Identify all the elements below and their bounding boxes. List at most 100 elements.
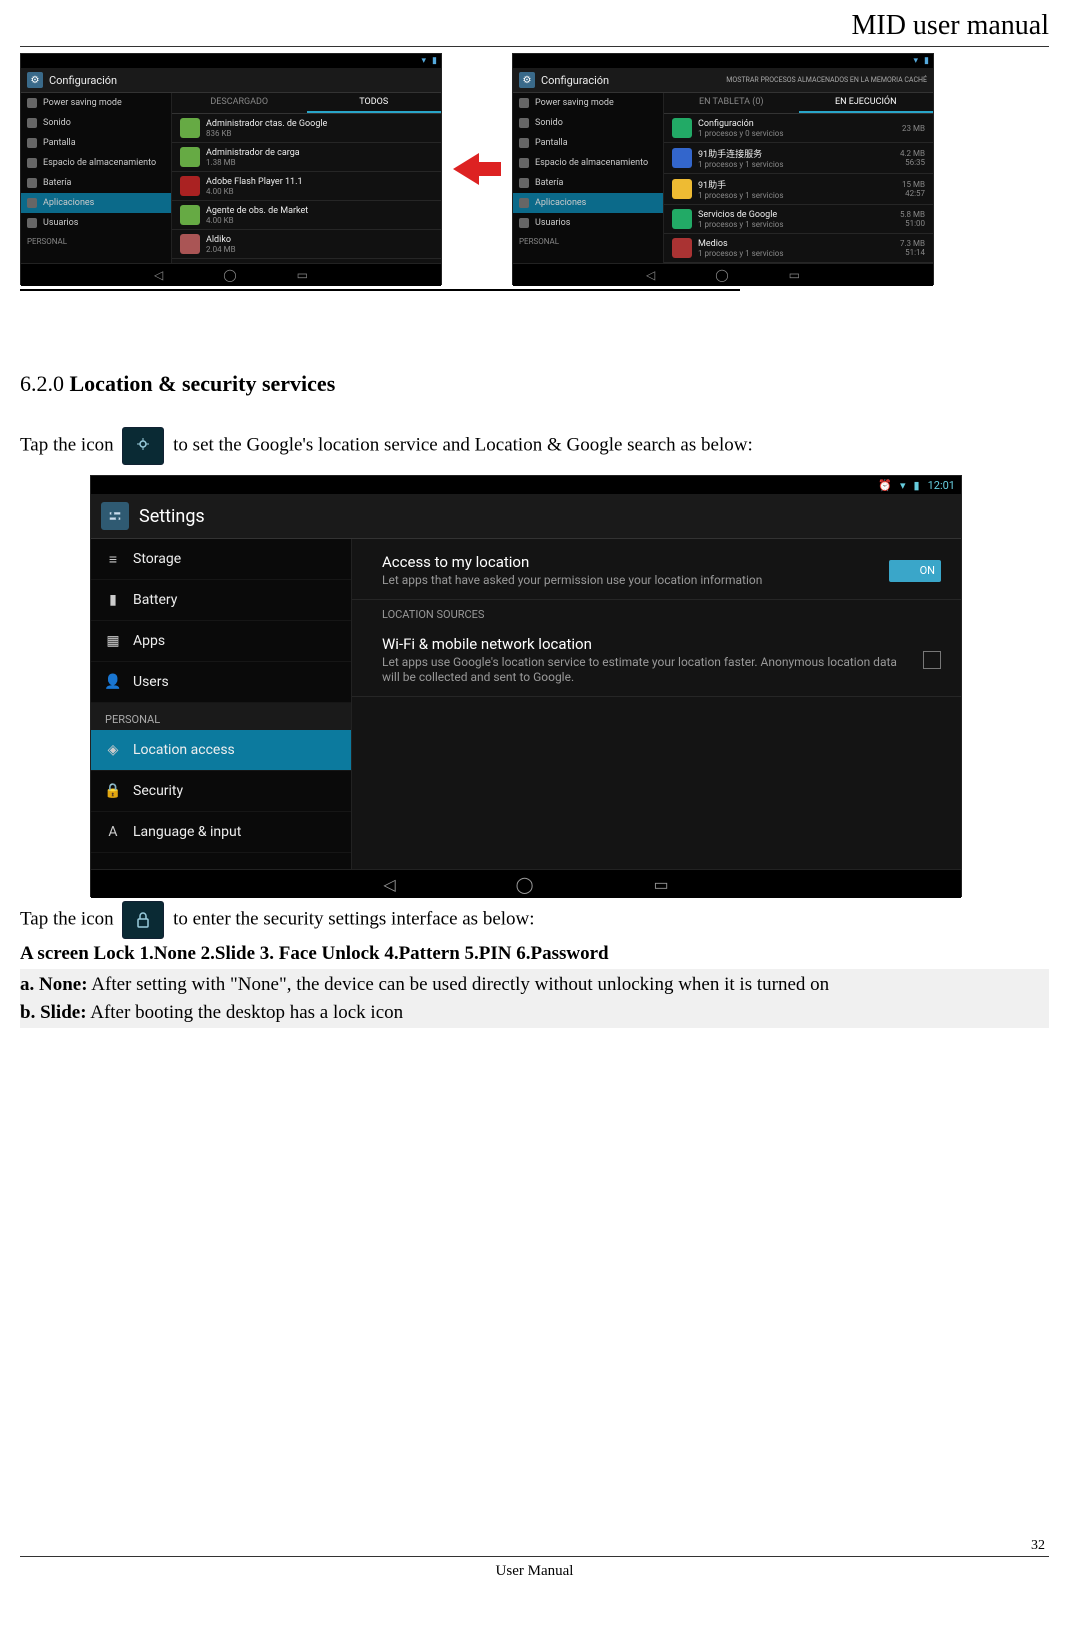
header-right-text: MOSTRAR PROCESOS ALMACENADOS EN LA MEMOR…: [726, 76, 927, 84]
sidebar-item[interactable]: Espacio de almacenamiento: [21, 153, 171, 173]
app-row[interactable]: Administrador de carga1.38 MB: [172, 143, 441, 172]
sidebar-item[interactable]: Power saving mode: [21, 93, 171, 113]
app-row[interactable]: Agente de obs. de Market4.00 KB: [172, 201, 441, 230]
tab-downloaded[interactable]: DESCARGADO: [172, 93, 307, 113]
status-bar: ▾ ▮: [21, 54, 441, 68]
app-name: Administrador de carga: [206, 148, 300, 158]
tab-all[interactable]: TODOS: [307, 93, 442, 113]
recent-icon[interactable]: ▭: [654, 875, 669, 894]
gear-icon: [101, 502, 129, 530]
sidebar-item[interactable]: Espacio de almacenamiento: [513, 153, 663, 173]
app-row[interactable]: Medios1 procesos y 1 servicios7.3 MB51:1…: [664, 234, 933, 263]
sidebar-item[interactable]: Batería: [21, 173, 171, 193]
item-a-text: After setting with "None", the device ca…: [88, 974, 830, 995]
tab-running[interactable]: EN EJECUCIÓN: [799, 93, 934, 113]
app-name: Medios: [698, 239, 783, 249]
home-icon[interactable]: ◯: [516, 875, 534, 894]
storage-icon: [27, 158, 37, 168]
separator-rule: [20, 289, 740, 291]
back-icon[interactable]: ◁: [646, 268, 655, 282]
app-row[interactable]: Adobe Flash Player 11.14.00 KB: [172, 172, 441, 201]
recent-icon[interactable]: ▭: [789, 268, 800, 282]
battery-icon: ▮: [432, 56, 437, 66]
home-icon[interactable]: ◯: [715, 268, 728, 282]
storage-icon: ≡: [105, 551, 121, 567]
sidebar-item[interactable]: Batería: [513, 173, 663, 193]
app-row[interactable]: Configuración1 procesos y 0 servicios23 …: [664, 114, 933, 143]
clock-text: 12:01: [928, 479, 955, 492]
sidebar-item-battery[interactable]: ▮ Battery: [91, 580, 351, 621]
settings-sidebar: ≡ Storage ▮ Battery ▦ Apps 👤 Users: [91, 539, 352, 869]
sidebar-item[interactable]: Sonido: [21, 113, 171, 133]
item-b-text: After booting the desktop has a lock ico…: [87, 1002, 404, 1023]
location-settings-icon: [122, 427, 164, 465]
sidebar-item[interactable]: Usuarios: [513, 213, 663, 233]
settings-sidebar: Power saving mode Sonido Pantalla Espaci…: [21, 93, 172, 263]
section-label-location-sources: LOCATION SOURCES: [352, 600, 961, 625]
app-icon: [180, 147, 200, 167]
app-row[interactable]: 91助手1 procesos y 1 servicios15 MB42:57: [664, 174, 933, 205]
app-right-info: 23 MB: [902, 124, 925, 133]
app-row[interactable]: Administrador ctas. de Google836 KB: [172, 114, 441, 143]
app-size: 4.00 KB: [206, 216, 308, 225]
apps-panel: DESCARGADO TODOS Administrador ctas. de …: [172, 93, 441, 263]
sidebar-item-location[interactable]: ◈ Location access: [91, 730, 351, 771]
toggle-on[interactable]: ON: [889, 560, 941, 582]
checkbox[interactable]: [923, 651, 941, 669]
app-icon: [180, 205, 200, 225]
home-icon[interactable]: ◯: [223, 268, 236, 282]
screenshot-apps-all: ▾ ▮ ⚙ Configuración Power saving mode So…: [20, 53, 442, 285]
page-number: 32: [20, 1538, 1045, 1554]
sidebar-item[interactable]: Usuarios: [21, 213, 171, 233]
app-icon: [180, 234, 200, 254]
window-title: Settings: [139, 506, 205, 527]
status-bar: ⏰ ▾ ▮ 12:01: [91, 476, 961, 494]
app-name: Adobe Flash Player 11.1: [206, 177, 303, 187]
app-icon: [180, 118, 200, 138]
section-name: Location & security services: [70, 371, 336, 396]
app-row[interactable]: Servicios de Google1 procesos y 1 servic…: [664, 205, 933, 234]
setting-wifi-location[interactable]: Wi-Fi & mobile network location Let apps…: [352, 625, 961, 697]
app-name: 91助手: [698, 178, 783, 191]
sidebar-item[interactable]: Power saving mode: [513, 93, 663, 113]
sidebar-item[interactable]: Pantalla: [21, 133, 171, 153]
app-icon: [672, 209, 692, 229]
back-icon[interactable]: ◁: [154, 268, 163, 282]
battery-icon: ▮: [914, 479, 920, 492]
tab-on-tablet[interactable]: EN TABLETA (0): [664, 93, 799, 113]
sidebar-item-language[interactable]: A Language & input: [91, 812, 351, 853]
app-right-info: 5.8 MB51:00: [900, 210, 925, 228]
window-title-bar: ⚙ Configuración MOSTRAR PROCESOS ALMACEN…: [513, 68, 933, 93]
app-name: Aldiko: [206, 235, 236, 245]
sidebar-item-security[interactable]: 🔒 Security: [91, 771, 351, 812]
app-row[interactable]: 91助手连接服务1 procesos y 1 servicios4.2 MB56…: [664, 143, 933, 174]
section-heading: 6.2.0 Location & security services: [20, 371, 1049, 397]
users-icon: [27, 218, 37, 228]
paragraph-1: Tap the icon to set the Google's locatio…: [20, 427, 1049, 465]
app-row[interactable]: Almacenamiento de calendario1.38 MB: [172, 259, 441, 263]
tabs: DESCARGADO TODOS: [172, 93, 441, 114]
app-icon: [672, 148, 692, 168]
language-icon: A: [105, 824, 121, 840]
sidebar-item[interactable]: Pantalla: [513, 133, 663, 153]
apps-icon: [27, 198, 37, 208]
sidebar-item[interactable]: Sonido: [513, 113, 663, 133]
app-size: 2.04 MB: [206, 245, 236, 254]
app-icon: [672, 238, 692, 258]
sidebar-item-apps[interactable]: Aplicaciones: [21, 193, 171, 213]
sidebar-item-users[interactable]: 👤 Users: [91, 662, 351, 703]
window-title-bar: ⚙ Configuración: [21, 68, 441, 93]
screenshot-location-access: ⏰ ▾ ▮ 12:01 Settings ≡ Storage ▮: [90, 475, 962, 897]
recent-icon[interactable]: ▭: [297, 268, 308, 282]
setting-access-location[interactable]: Access to my location Let apps that have…: [352, 543, 961, 600]
sidebar-item-apps[interactable]: ▦ Apps: [91, 621, 351, 662]
nav-bar: ◁ ◯ ▭: [21, 263, 441, 286]
back-icon[interactable]: ◁: [383, 875, 395, 894]
app-name: Servicios de Google: [698, 210, 783, 220]
apps-panel: EN TABLETA (0) EN EJECUCIÓN Configuració…: [664, 93, 933, 263]
app-row[interactable]: Aldiko2.04 MB: [172, 230, 441, 259]
app-sub: 1 procesos y 1 servicios: [698, 160, 783, 169]
sidebar-item-storage[interactable]: ≡ Storage: [91, 539, 351, 580]
sidebar-item-apps[interactable]: Aplicaciones: [513, 193, 663, 213]
doc-header-title: MID user manual: [20, 10, 1049, 42]
